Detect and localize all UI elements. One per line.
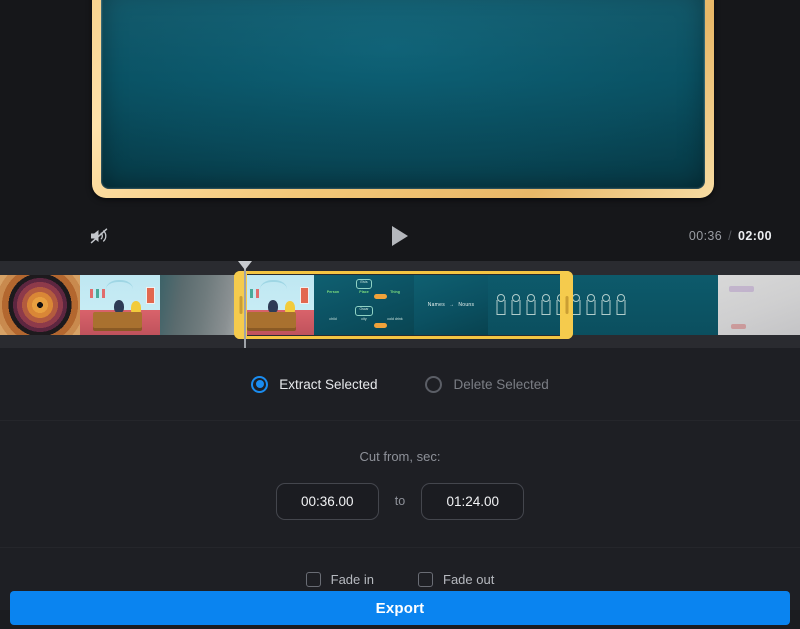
chalkboard-table: Elvis Person Place Thing Oscar child cit… [318, 279, 410, 331]
video-frame-border [92, 0, 714, 198]
desk-icon [93, 312, 143, 328]
stick-figure-icon [616, 294, 625, 316]
radio-delete-selected[interactable]: Delete Selected [425, 376, 548, 393]
ceiling-fan-icon [106, 280, 133, 290]
cut-to-input[interactable] [421, 483, 524, 520]
checkbox-indicator-fade-out[interactable] [418, 572, 433, 587]
chalk-tag-top: Elvis [356, 279, 371, 289]
video-frame-content [101, 0, 705, 189]
filmstrip-thumbnail[interactable] [718, 275, 800, 335]
stick-figure-icon [586, 294, 595, 316]
chalk-value: child [318, 317, 348, 331]
speaker-muted-icon [89, 227, 109, 245]
stick-figure-icon [526, 294, 535, 316]
time-separator: / [728, 229, 732, 243]
nouns-right-label: Nouns [458, 302, 474, 308]
cut-range-inputs: to [276, 483, 524, 520]
checkbox-label-fade-in: Fade in [331, 572, 374, 587]
filmstrip-thumbnail[interactable] [160, 275, 234, 335]
chalk-header: Person [318, 290, 348, 304]
playhead-handle-icon[interactable] [238, 261, 252, 270]
chalkboard-icon [90, 289, 108, 297]
video-editor-app: 00:36 / 02:00 [0, 0, 800, 629]
wall-picture-icon [300, 287, 310, 304]
export-button[interactable]: Export [10, 591, 790, 625]
filmstrip-thumbnail[interactable] [0, 275, 80, 335]
checkbox-fade-in[interactable]: Fade in [306, 572, 374, 587]
player-controls: 00:36 / 02:00 [0, 211, 800, 261]
radio-label-delete: Delete Selected [453, 377, 548, 392]
nouns-left-label: Names [428, 302, 445, 308]
export-bar: Export [0, 591, 800, 629]
cut-from-input[interactable] [276, 483, 379, 520]
stick-figure-icon [511, 294, 520, 316]
stick-figure-icon [601, 294, 610, 316]
arrow-icon: → [449, 302, 454, 308]
filmstrip-thumbnail[interactable] [488, 275, 718, 335]
total-duration: 02:00 [738, 229, 772, 243]
mute-button[interactable] [84, 221, 114, 251]
play-button[interactable] [383, 221, 417, 251]
selection-handle-right[interactable] [560, 271, 573, 339]
cut-range-section: Cut from, sec: to [0, 421, 800, 548]
filmstrip-thumbnail[interactable]: Names → Nouns [414, 275, 488, 335]
timeline[interactable]: Elvis Person Place Thing Oscar child cit… [0, 261, 800, 348]
cut-section-title: Cut from, sec: [360, 449, 441, 464]
checkbox-label-fade-out: Fade out [443, 572, 494, 587]
stick-figure-icon [496, 294, 505, 316]
video-preview [0, 0, 800, 211]
checkbox-indicator-fade-in[interactable] [306, 572, 321, 587]
radio-indicator-delete[interactable] [425, 376, 442, 393]
selection-mode-options: Extract Selected Delete Selected [0, 348, 800, 421]
ceiling-fan-icon [260, 280, 287, 290]
checkbox-fade-out[interactable]: Fade out [418, 572, 494, 587]
chalk-tag-bottom: Oscar [355, 306, 372, 316]
highlight-pill [374, 294, 387, 299]
cut-to-label: to [395, 494, 405, 508]
radio-indicator-extract[interactable] [251, 376, 268, 393]
filmstrip[interactable]: Elvis Person Place Thing Oscar child cit… [0, 275, 800, 335]
radio-extract-selected[interactable]: Extract Selected [251, 376, 377, 393]
filmstrip-thumbnail[interactable] [80, 275, 160, 335]
stick-figure-icon [541, 294, 550, 316]
desk-icon [247, 312, 297, 328]
radio-label-extract: Extract Selected [279, 377, 377, 392]
play-icon [390, 225, 410, 247]
wall-picture-icon [146, 287, 156, 304]
highlight-pill [374, 323, 387, 328]
current-time: 00:36 [689, 229, 722, 243]
timecode-display: 00:36 / 02:00 [689, 229, 772, 243]
selection-handle-left[interactable] [234, 271, 247, 339]
filmstrip-thumbnail[interactable]: Elvis Person Place Thing Oscar child cit… [314, 275, 414, 335]
